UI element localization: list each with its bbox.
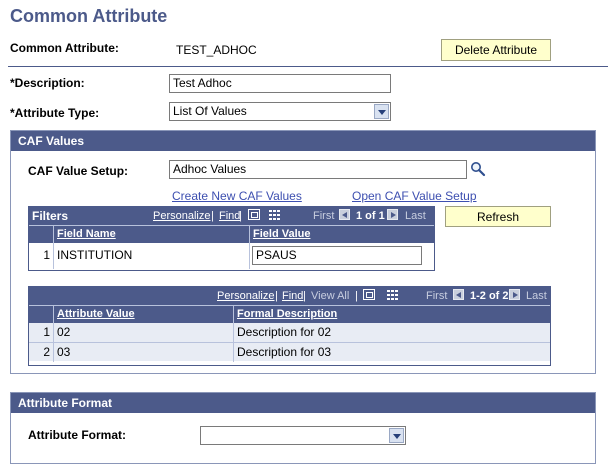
attribute-format-header: Attribute Format: [11, 393, 595, 413]
filters-range: 1 of 1: [356, 210, 385, 222]
table-row: 2 03 Description for 03: [29, 342, 550, 362]
nav-previous-icon[interactable]: [453, 289, 464, 300]
header-separator: [8, 66, 608, 67]
row-number: 1: [43, 325, 50, 339]
open-caf-value-setup-link[interactable]: Open CAF Value Setup: [352, 189, 477, 203]
formal-description-cell: Description for 03: [233, 343, 550, 362]
formal-description-cell: Description for 02: [233, 323, 550, 342]
page-title: Common Attribute: [10, 6, 168, 26]
nav-previous-icon[interactable]: [339, 209, 350, 220]
caf-values-header: CAF Values: [11, 131, 595, 151]
description-input[interactable]: Test Adhoc: [169, 74, 391, 93]
zoom-icon[interactable]: [248, 209, 260, 220]
common-attribute-label: Common Attribute:: [10, 41, 119, 55]
caf-value-setup-label: CAF Value Setup:: [28, 164, 129, 178]
values-view-all[interactable]: View All: [311, 289, 349, 303]
filters-last-label: Last: [405, 210, 426, 222]
values-personalize-link[interactable]: Personalize: [217, 289, 274, 303]
field-value-input[interactable]: PSAUS: [252, 246, 422, 265]
filters-grid-nav: Filters Personalize | Find | First 1 of …: [29, 207, 434, 225]
caf-values-grid: Personalize | Find | View All | First 1-…: [28, 286, 551, 366]
filters-title: Filters: [32, 209, 69, 223]
field-name-cell: INSTITUTION: [53, 243, 249, 269]
attribute-value-cell: 02: [53, 323, 233, 342]
nav-next-icon[interactable]: [509, 289, 520, 300]
nav-next-icon[interactable]: [387, 209, 398, 220]
delete-attribute-button[interactable]: Delete Attribute: [441, 39, 551, 61]
attribute-value-cell: 03: [53, 343, 233, 362]
col-attribute-value[interactable]: Attribute Value: [53, 306, 233, 324]
col-field-name[interactable]: Field Name: [53, 226, 249, 244]
filters-grid: Filters Personalize | Find | First 1 of …: [28, 206, 435, 271]
grid-download-icon[interactable]: [269, 210, 280, 220]
table-row: 1 INSTITUTION PSAUS: [29, 243, 434, 269]
lookup-icon[interactable]: [470, 161, 486, 177]
row-number: 1: [43, 248, 50, 262]
attribute-type-value: List Of Values: [173, 104, 247, 118]
filters-personalize-link[interactable]: Personalize: [153, 209, 210, 223]
values-find-link[interactable]: Find: [282, 289, 303, 303]
dropdown-arrow-icon[interactable]: [374, 104, 389, 119]
filters-first-label: First: [313, 210, 335, 222]
attribute-format-select[interactable]: [200, 426, 406, 445]
values-column-headers: Attribute Value Formal Description: [29, 305, 550, 324]
row-number: 2: [43, 345, 50, 359]
table-row: 1 02 Description for 02: [29, 323, 550, 342]
values-range: 1-2 of 2: [470, 290, 509, 302]
zoom-icon[interactable]: [363, 289, 375, 300]
filters-find-link[interactable]: Find: [219, 209, 240, 223]
caf-value-setup-input[interactable]: Adhoc Values: [169, 160, 467, 179]
description-label: *Description:: [10, 76, 85, 90]
col-formal-description[interactable]: Formal Description: [233, 306, 550, 324]
values-last-label: Last: [526, 290, 547, 302]
attribute-format-label: Attribute Format:: [28, 428, 126, 442]
common-attribute-value: TEST_ADHOC: [176, 43, 257, 57]
grid-download-icon[interactable]: [387, 290, 398, 300]
values-grid-nav: Personalize | Find | View All | First 1-…: [29, 287, 550, 305]
refresh-button[interactable]: Refresh: [445, 206, 551, 227]
values-first-label: First: [426, 290, 448, 302]
col-field-value[interactable]: Field Value: [249, 226, 434, 244]
attribute-type-label: *Attribute Type:: [10, 106, 100, 120]
filters-column-headers: Field Name Field Value: [29, 225, 434, 244]
attribute-type-select[interactable]: List Of Values: [169, 102, 391, 121]
create-new-caf-values-link[interactable]: Create New CAF Values: [172, 189, 302, 203]
dropdown-arrow-icon[interactable]: [389, 428, 404, 443]
